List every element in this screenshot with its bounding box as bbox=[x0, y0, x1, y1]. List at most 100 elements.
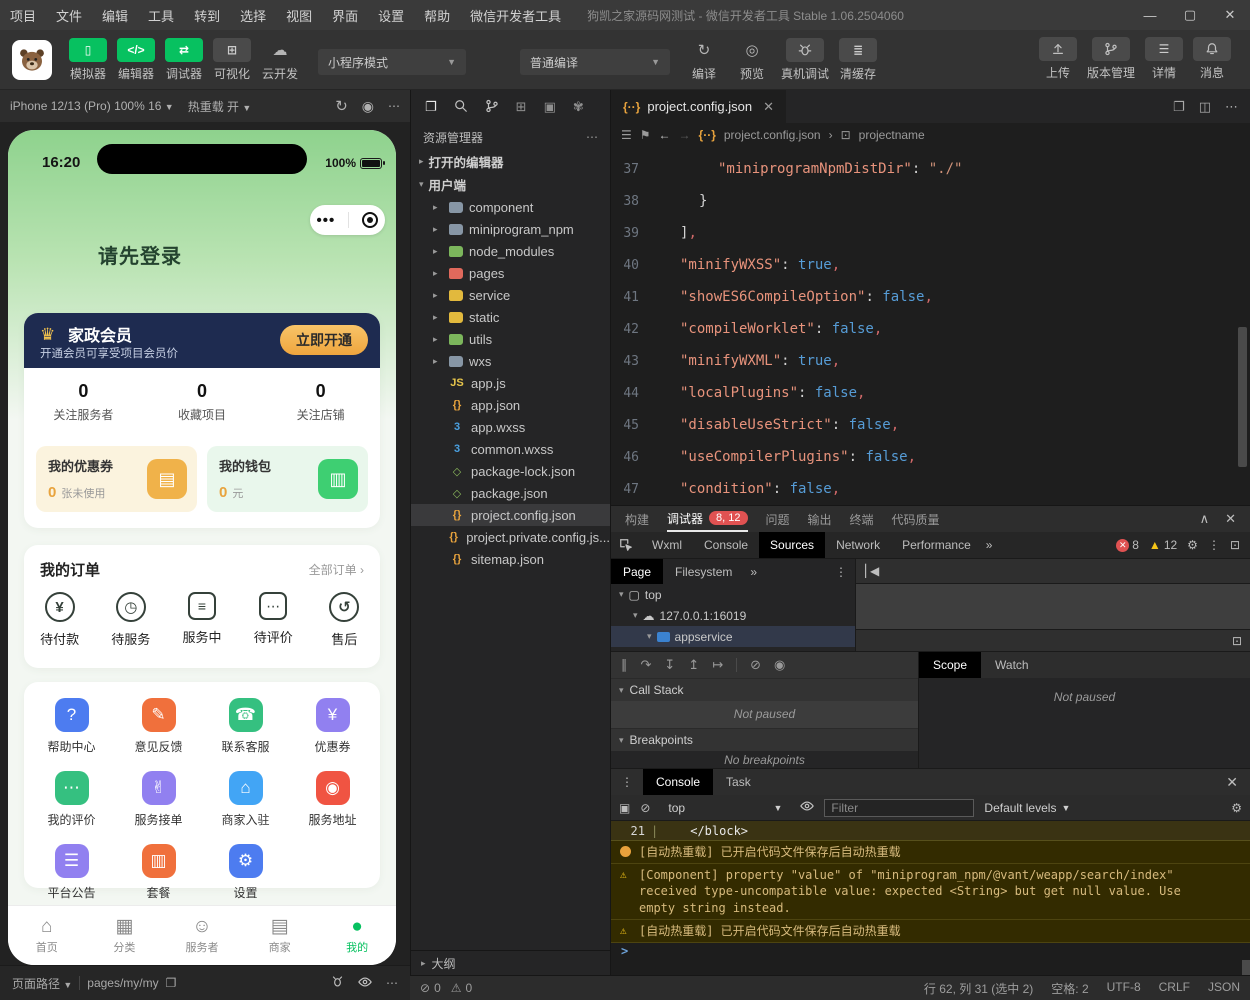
pause-on-exceptions-icon[interactable]: ◉ bbox=[774, 657, 785, 673]
file-tree-row[interactable]: ▸ miniprogram_npm bbox=[411, 218, 610, 240]
tab-watch[interactable]: Watch bbox=[981, 652, 1043, 678]
deactivate-breakpoints-icon[interactable]: ⊘ bbox=[750, 657, 761, 673]
pause-icon[interactable]: ∥ bbox=[621, 657, 628, 673]
file-tree-row[interactable]: ◇ package-lock.json bbox=[411, 460, 610, 482]
user-avatar[interactable] bbox=[12, 39, 52, 80]
bug-icon[interactable] bbox=[331, 975, 344, 991]
context-select[interactable]: top ▼ bbox=[660, 801, 790, 815]
stat-item[interactable]: 0 收藏项目 bbox=[143, 381, 262, 423]
file-tree-row[interactable]: {} project.private.config.js... bbox=[411, 526, 610, 548]
breadcrumb-symbol[interactable]: projectname bbox=[859, 128, 925, 142]
page-path-select[interactable]: 页面路径 ▼ bbox=[12, 975, 72, 992]
details-button[interactable]: ☰ 详情 bbox=[1145, 37, 1183, 81]
file-tree-row[interactable]: ▸ static bbox=[411, 306, 610, 328]
kebab-icon[interactable]: ⋮ bbox=[835, 565, 855, 579]
coupon-card[interactable]: 我的优惠券 0 张未使用 ▤ bbox=[36, 446, 197, 512]
breakpoints-header[interactable]: ▾ Breakpoints bbox=[611, 728, 918, 751]
eye-icon[interactable] bbox=[800, 799, 815, 816]
kebab-icon[interactable]: ⋮ bbox=[1208, 538, 1220, 552]
preview-button[interactable]: ◎ 预览 bbox=[733, 38, 771, 82]
refresh-icon[interactable]: ↻ bbox=[335, 97, 348, 115]
sidebar-toggle-icon[interactable]: ⎢◀ bbox=[864, 564, 879, 578]
step-over-icon[interactable]: ↷ bbox=[641, 657, 652, 673]
more-icon[interactable]: ⋯ bbox=[1225, 99, 1238, 115]
console-prompt[interactable]: > bbox=[611, 942, 1250, 960]
source-tree-top[interactable]: ▾ ▢ top bbox=[611, 584, 855, 605]
file-tree-row[interactable]: {} sitemap.json bbox=[411, 548, 610, 570]
files-icon[interactable]: ❐ bbox=[425, 99, 437, 115]
cloud-dev-button[interactable]: ☁ 云开发 bbox=[261, 38, 299, 82]
file-tree-row[interactable]: ▸ component bbox=[411, 196, 610, 218]
service-grid-item[interactable]: ✎ 意见反馈 bbox=[115, 698, 202, 755]
minimize-button[interactable]: — bbox=[1130, 0, 1170, 30]
order-status-item[interactable]: ↺ 售后 bbox=[309, 592, 380, 648]
editor-scrollbar[interactable] bbox=[1238, 327, 1247, 467]
tab-console-drawer[interactable]: Console bbox=[643, 769, 714, 795]
service-grid-item[interactable]: ¥ 优惠券 bbox=[289, 698, 376, 755]
login-prompt[interactable]: 请先登录 bbox=[98, 240, 182, 269]
warning-count[interactable]: ▲ 12 bbox=[1149, 538, 1177, 552]
indentation[interactable]: 空格: 2 bbox=[1051, 980, 1088, 997]
bookmark-icon[interactable]: ⚑ bbox=[640, 128, 651, 142]
eye-icon[interactable] bbox=[358, 975, 372, 992]
service-grid-item[interactable]: ⌂ 商家入驻 bbox=[202, 771, 289, 828]
capsule-home-icon[interactable] bbox=[362, 212, 379, 228]
compile-button[interactable]: ↻ 编译 bbox=[685, 38, 723, 82]
menu-item[interactable]: 视图 bbox=[276, 6, 322, 25]
eol[interactable]: CRLF bbox=[1159, 980, 1190, 997]
errors-status[interactable]: ⊘ 0 ⚠ 0 bbox=[420, 981, 472, 995]
pretty-print-icon[interactable]: ⊡ bbox=[1232, 634, 1242, 648]
menu-item[interactable]: 项目 bbox=[0, 6, 46, 25]
split-editor-icon[interactable]: ◫ bbox=[1199, 99, 1211, 115]
tab-build[interactable]: 构建 bbox=[625, 506, 649, 532]
order-status-item[interactable]: ⋯ 待评价 bbox=[238, 592, 309, 648]
console-message[interactable]: ⚠ [Component] property "value" of "minip… bbox=[611, 864, 1250, 920]
tab-scope[interactable]: Scope bbox=[919, 652, 982, 678]
menu-item[interactable]: 转到 bbox=[184, 6, 230, 25]
service-grid-item[interactable]: ◉ 服务地址 bbox=[289, 771, 376, 828]
tabbar-item[interactable]: ☺ 服务者 bbox=[163, 906, 241, 965]
callstack-header[interactable]: ▾ Call Stack bbox=[611, 678, 918, 701]
close-button[interactable]: ✕ bbox=[1210, 0, 1250, 30]
menu-item[interactable]: 编辑 bbox=[92, 6, 138, 25]
clear-console-icon[interactable]: ⊘ bbox=[640, 801, 650, 815]
service-grid-item[interactable]: ? 帮助中心 bbox=[28, 698, 115, 755]
file-tree-row[interactable]: ▸ node_modules bbox=[411, 240, 610, 262]
copy-icon[interactable]: ❐ bbox=[166, 976, 177, 990]
console-message[interactable]: [自动热重载] 已开启代码文件保存后自动热重载 bbox=[611, 841, 1250, 865]
service-grid-item[interactable]: ⋯ 我的评价 bbox=[28, 771, 115, 828]
service-grid-item[interactable]: ▥ 套餐 bbox=[115, 844, 202, 901]
tab-terminal[interactable]: 终端 bbox=[850, 506, 874, 532]
file-tree-row[interactable]: JS app.js bbox=[411, 372, 610, 394]
device-select[interactable]: iPhone 12/13 (Pro) 100% 16 ▼ bbox=[10, 99, 174, 113]
debugger-toggle[interactable]: ⇄ 调试器 bbox=[165, 37, 203, 82]
menu-item[interactable]: 界面 bbox=[322, 6, 368, 25]
menu-item[interactable]: 选择 bbox=[230, 6, 276, 25]
dock-icon[interactable]: ⊡ bbox=[1230, 538, 1240, 552]
compile-mode-select[interactable]: 普通编译 ▼ bbox=[520, 49, 670, 75]
clear-cache-button[interactable]: ≣ 清缓存 bbox=[839, 37, 878, 82]
forward-icon[interactable]: → bbox=[679, 128, 691, 142]
collapse-icon[interactable]: ∧ bbox=[1200, 511, 1210, 527]
close-icon[interactable]: ✕ bbox=[1225, 511, 1236, 527]
wallet-card[interactable]: 我的钱包 0元 ▥ bbox=[207, 446, 368, 512]
order-status-item[interactable]: ◷ 待服务 bbox=[95, 592, 166, 648]
file-tree-row[interactable]: 3 common.wxss bbox=[411, 438, 610, 460]
tabbar-item[interactable]: ● 我的 bbox=[318, 906, 396, 965]
source-tree-host[interactable]: ▾ ☁ 127.0.0.1:16019 bbox=[611, 605, 855, 626]
outline-section[interactable]: ▸ 大纲 bbox=[411, 950, 610, 975]
service-grid-item[interactable]: ☰ 平台公告 bbox=[28, 844, 115, 901]
file-tree-row[interactable]: 3 app.wxss bbox=[411, 416, 610, 438]
visualizer-toggle[interactable]: ⊞ 可视化 bbox=[213, 37, 251, 82]
menu-item[interactable]: 微信开发者工具 bbox=[460, 6, 571, 25]
step-icon[interactable]: ↦ bbox=[712, 657, 723, 673]
all-orders-link[interactable]: 全部订单 › bbox=[309, 561, 364, 578]
error-count[interactable]: ✕ 8 bbox=[1116, 538, 1139, 552]
close-icon[interactable]: ✕ bbox=[1226, 774, 1250, 791]
window-icon[interactable]: ▣ bbox=[544, 99, 556, 115]
tab-sources[interactable]: Sources bbox=[759, 532, 826, 558]
step-into-icon[interactable]: ↧ bbox=[664, 657, 675, 673]
open-changes-icon[interactable]: ❐ bbox=[1173, 99, 1185, 115]
simulator-toggle[interactable]: ▯ 模拟器 bbox=[69, 37, 107, 82]
record-icon[interactable]: ◉ bbox=[362, 98, 374, 115]
